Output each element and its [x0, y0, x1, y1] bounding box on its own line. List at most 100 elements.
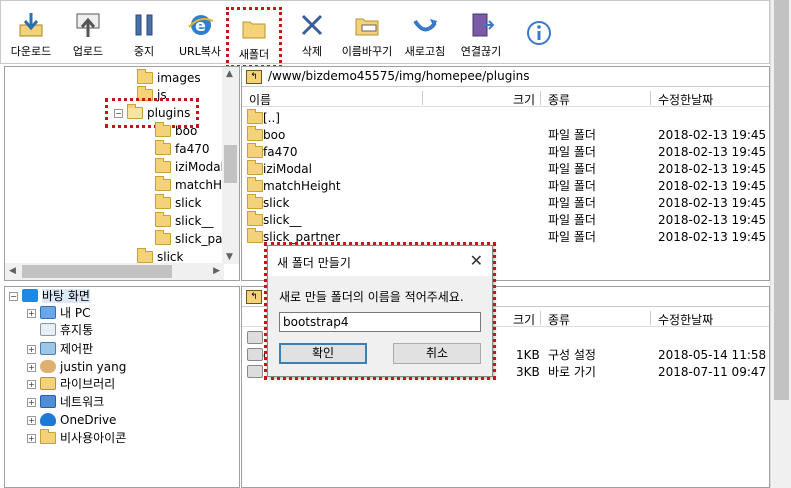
local-folder-tree: − 바탕 화면 + 내 PC 휴지통 + 제어판 + justin yang + 라이브러… [4, 286, 240, 488]
col-size[interactable]: 크기 [513, 91, 535, 108]
folder-icon [40, 429, 56, 444]
col-modified[interactable]: 수정한날짜 [658, 311, 713, 328]
delete-button[interactable]: 삭제 [282, 7, 342, 61]
tree-item-network[interactable]: + 네트워크 [27, 394, 104, 411]
cell-modified: 2018-02-13 19:45 [658, 128, 767, 142]
tree-item-user[interactable]: + justin yang [27, 359, 126, 376]
tree-item-slick[interactable]: slick [155, 194, 201, 212]
cell-type: 파일 폴더 [548, 179, 596, 193]
url-copy-icon: e [186, 11, 214, 39]
tree-item-slick-partner[interactable]: slick_par [155, 230, 227, 248]
tree-item-images[interactable]: images [137, 69, 201, 87]
tree-item-unused-icons[interactable]: + 비사용아이콘 [27, 429, 126, 447]
disconnect-label: 연결끊기 [460, 45, 502, 58]
new-folder-button[interactable]: 새폴더 [226, 7, 282, 68]
cell-name: iziModal [263, 162, 312, 176]
table-row[interactable]: matchHeight 파일 폴더 2018-02-13 19:45 [242, 177, 769, 195]
table-row[interactable]: slick__ 파일 폴더 2018-02-13 19:45 [242, 211, 769, 229]
table-row[interactable]: [..] [242, 109, 769, 127]
folder-icon [155, 212, 171, 227]
tree-item-recycle-bin[interactable]: 휴지통 [40, 322, 93, 339]
folder-name-input[interactable] [279, 312, 481, 332]
refresh-button[interactable]: 새로고침 [395, 7, 455, 61]
stop-button[interactable]: 중지 [114, 7, 174, 61]
tree-item-slick-underscore[interactable]: slick__ [155, 212, 213, 230]
folder-open-icon [127, 104, 143, 119]
col-size[interactable]: 크기 [513, 311, 535, 328]
tree-item-control-panel[interactable]: + 제어판 [27, 341, 93, 358]
tree-item-fa470[interactable]: fa470 [155, 140, 209, 158]
expand-icon[interactable]: + [27, 398, 36, 407]
user-icon [40, 360, 56, 373]
remote-tree-vscroll[interactable]: ▲ ▼ [222, 67, 239, 264]
download-button[interactable]: 다운로드 [1, 7, 61, 61]
rename-icon [353, 11, 381, 39]
parent-folder-icon[interactable]: ↰ [246, 70, 262, 84]
expand-icon[interactable]: + [27, 380, 36, 389]
info-button[interactable] [509, 7, 569, 61]
folder-icon [247, 160, 263, 175]
download-label: 다운로드 [10, 45, 52, 58]
cell-modified: 2018-07-11 09:47 [658, 365, 767, 379]
tree-item-boo[interactable]: boo [155, 122, 197, 140]
cell-modified: 2018-02-13 19:45 [658, 213, 767, 227]
window-scrollbar[interactable] [770, 0, 791, 488]
folder-icon [137, 69, 153, 84]
cell-name: [..] [263, 111, 280, 125]
url-copy-button[interactable]: e URL복사 [170, 7, 230, 61]
table-row[interactable]: slick_partner 파일 폴더 2018-02-13 19:45 [242, 228, 769, 246]
folder-icon [155, 230, 171, 245]
delete-label: 삭제 [301, 45, 323, 58]
table-row[interactable]: boo 파일 폴더 2018-02-13 19:45 [242, 126, 769, 144]
tree-item-libraries[interactable]: + 라이브러리 [27, 376, 115, 393]
table-row[interactable]: fa470 파일 폴더 2018-02-13 19:45 [242, 143, 769, 161]
tree-item-izimodal[interactable]: iziModal [155, 158, 224, 176]
table-row[interactable]: slick 파일 폴더 2018-02-13 19:45 [242, 194, 769, 212]
collapse-icon[interactable]: − [114, 109, 123, 118]
upload-button[interactable]: 업로드 [58, 7, 118, 61]
cancel-button[interactable]: 취소 [393, 343, 481, 364]
tree-item-matchheight[interactable]: matchH [155, 176, 222, 194]
expand-icon[interactable]: + [27, 345, 36, 354]
tree-item-my-pc[interactable]: + 내 PC [27, 305, 90, 322]
folder-icon [247, 211, 263, 226]
ok-button[interactable]: 확인 [279, 343, 367, 364]
col-modified[interactable]: 수정한날짜 [658, 91, 713, 108]
parent-folder-icon[interactable]: ↰ [246, 290, 262, 304]
disconnect-button[interactable]: 연결끊기 [451, 7, 511, 61]
refresh-label: 새로고침 [404, 45, 446, 58]
new-folder-label: 새폴더 [238, 48, 270, 61]
folder-icon [247, 194, 263, 209]
file-icon [247, 365, 263, 378]
cell-type: 파일 폴더 [548, 145, 596, 159]
tree-item-onedrive[interactable]: + OneDrive [27, 412, 116, 429]
rename-button[interactable]: 이름바꾸기 [337, 7, 397, 61]
library-icon [40, 377, 56, 390]
folder-icon [247, 177, 263, 192]
expand-icon[interactable]: + [27, 309, 36, 318]
col-name[interactable]: 이름 [249, 91, 271, 108]
expand-icon[interactable]: + [27, 363, 36, 372]
file-icon [247, 331, 263, 344]
desktop-icon [22, 289, 38, 302]
expand-icon[interactable]: + [27, 416, 36, 425]
cell-type: 파일 폴더 [548, 196, 596, 210]
col-type[interactable]: 종류 [548, 311, 570, 328]
new-folder-dialog: 새 폴더 만들기 ✕ 새로 만들 폴더의 이름을 적어주세요. 확인 취소 [264, 242, 496, 380]
tree-item-plugins[interactable]: − plugins [104, 98, 200, 128]
tree-item-desktop[interactable]: − 바탕 화면 [9, 288, 90, 305]
table-row[interactable]: iziModal 파일 폴더 2018-02-13 19:45 [242, 160, 769, 178]
cell-name: matchHeight [263, 179, 341, 193]
col-type[interactable]: 종류 [548, 91, 570, 108]
folder-icon [247, 143, 263, 158]
disconnect-icon [467, 11, 495, 39]
collapse-icon[interactable]: − [9, 292, 18, 301]
remote-tree-hscroll[interactable]: ◀ ▶ [5, 263, 224, 280]
cell-type: 파일 폴더 [548, 162, 596, 176]
cell-modified: 2018-02-13 19:45 [658, 179, 767, 193]
folder-icon [155, 140, 171, 155]
recycle-bin-icon [40, 323, 56, 336]
folder-icon [137, 248, 153, 263]
close-icon[interactable]: ✕ [470, 251, 483, 270]
expand-icon[interactable]: + [27, 434, 36, 443]
